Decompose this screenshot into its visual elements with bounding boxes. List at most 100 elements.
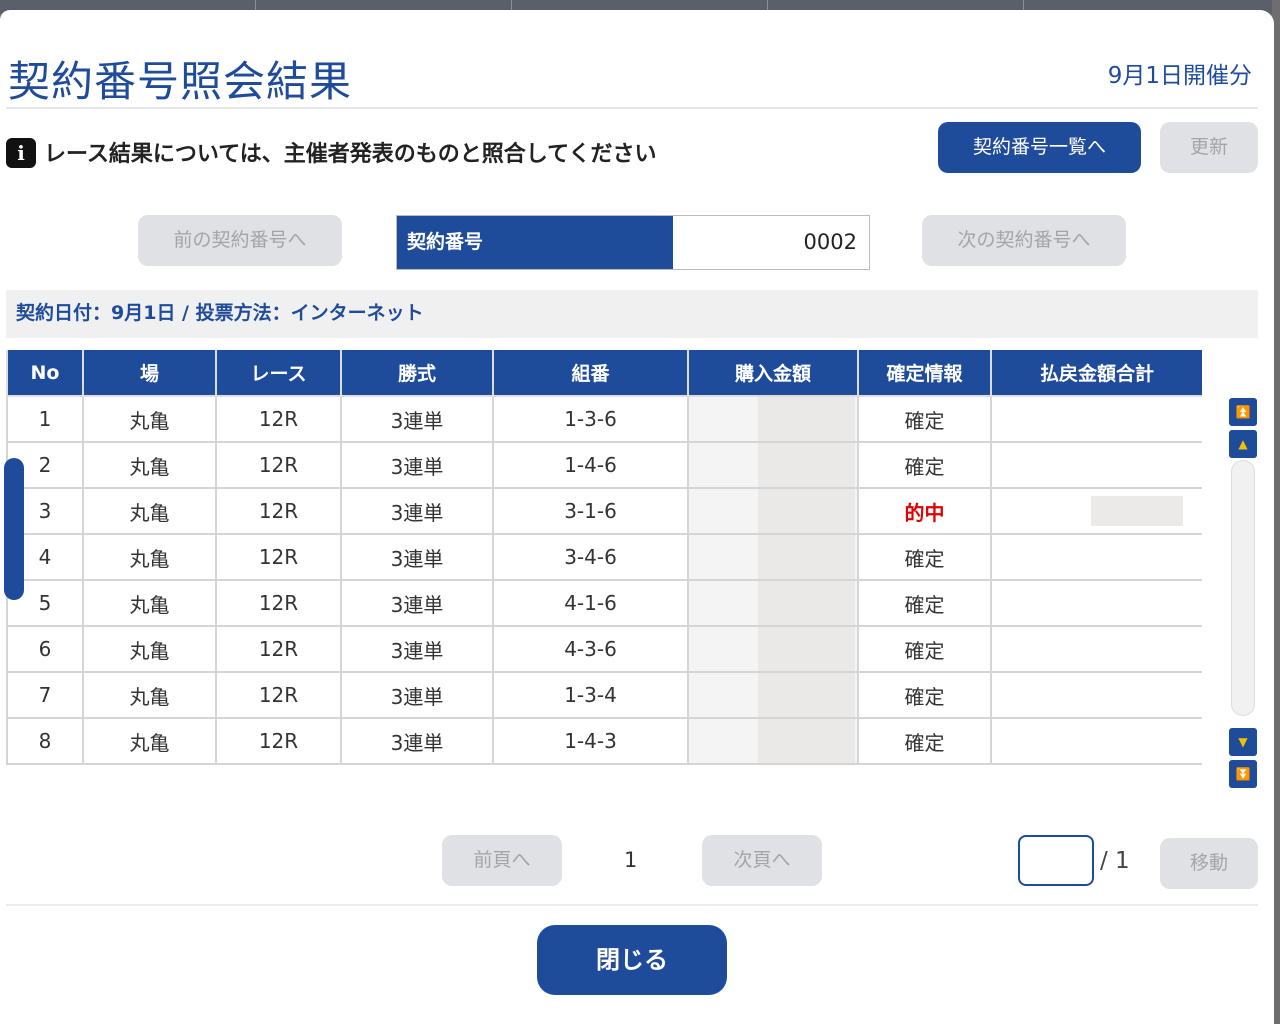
divider [6,107,1258,109]
cell-payout-total [990,487,1202,535]
cell-no: 1 [6,395,84,443]
cell-race: 12R [215,671,342,719]
cell-no: 7 [6,671,84,719]
cell-race: 12R [215,717,342,765]
contract-number-value: 0002 [803,230,857,254]
page-title: 契約番号照会結果 [8,57,353,106]
scroll-thumb[interactable] [4,458,24,600]
redacted-amount [757,535,856,579]
cell-purchase-amount [687,625,859,673]
info-icon: i [6,138,36,168]
redacted-amount [757,581,856,625]
cell-status: 確定 [857,671,992,719]
cell-bet-type: 3連単 [340,441,494,489]
table-row: 4 丸亀 12R 3連単 3-4-6 確定 [6,533,1202,581]
results-table-wrap[interactable]: No 場 レース 勝式 組番 購入金額 確定情報 払戻金額合計 1 丸亀 12R 3連… [6,350,1202,778]
cell-race: 12R [215,441,342,489]
cell-payout-total [990,579,1202,627]
result-modal: 契約番号照会結果 9月1日開催分 i レース結果については、主催者発表のものと照… [0,10,1274,1024]
table-row: 7 丸亀 12R 3連単 1-3-4 確定 [6,671,1202,719]
prev-contract-button[interactable]: 前の契約番号へ [138,215,342,266]
cell-purchase-amount [687,533,859,581]
header-venue: 場 [82,350,217,397]
table-row: 8 丸亀 12R 3連単 1-4-3 確定 [6,717,1202,765]
cell-payout-total [990,671,1202,719]
scroll-up-icon[interactable]: ▲ [1229,430,1257,458]
table-row: 3 丸亀 12R 3連単 3-1-6 的中 [6,487,1202,535]
cell-combination: 1-4-6 [492,441,689,489]
info-message: レース結果については、主催者発表のものと照合してください [44,142,657,167]
cell-no: 8 [6,717,84,765]
header-purchase-amount: 購入金額 [687,350,859,397]
cell-status: 確定 [857,717,992,765]
cell-purchase-amount [687,579,859,627]
cell-venue: 丸亀 [82,487,217,535]
table-row: 6 丸亀 12R 3連単 4-3-6 確定 [6,625,1202,673]
cell-race: 12R [215,579,342,627]
scroll-bottom-icon[interactable]: ⏬ [1229,760,1257,788]
cell-payout-total [990,441,1202,489]
cell-status: 確定 [857,395,992,443]
redacted-amount [757,489,856,533]
cell-no: 6 [6,625,84,673]
cell-venue: 丸亀 [82,533,217,581]
cell-purchase-amount [687,717,859,765]
cell-status: 確定 [857,579,992,627]
close-button[interactable]: 閉じる [537,925,727,995]
cell-race: 12R [215,625,342,673]
cell-bet-type: 3連単 [340,395,494,443]
redacted-amount [757,397,856,441]
contract-meta: 契約日付：9月1日 / 投票方法：インターネット [6,290,1258,338]
cell-race: 12R [215,395,342,443]
cell-bet-type: 3連単 [340,533,494,581]
cell-race: 12R [215,533,342,581]
cell-venue: 丸亀 [82,395,217,443]
contract-list-button[interactable]: 契約番号一覧へ [938,122,1141,173]
results-table: No 場 レース 勝式 組番 購入金額 確定情報 払戻金額合計 1 丸亀 12R 3連… [6,350,1202,765]
current-page: 1 [624,848,638,872]
table-scrollbar[interactable]: ⏫ ▲ ▼ ⏬ [1229,398,1257,788]
header-combination: 組番 [492,350,689,397]
scroll-track[interactable] [1231,460,1255,716]
redacted-amount [757,673,856,717]
cell-bet-type: 3連単 [340,579,494,627]
cell-combination: 1-3-4 [492,671,689,719]
header-no: No [6,350,84,397]
cell-venue: 丸亀 [82,579,217,627]
cell-purchase-amount [687,441,859,489]
cell-combination: 4-3-6 [492,625,689,673]
cell-purchase-amount [687,395,859,443]
cell-payout-total [990,395,1202,443]
redacted-amount [757,443,856,487]
prev-page-button[interactable]: 前頁へ [442,835,562,886]
cell-purchase-amount [687,671,859,719]
cell-race: 12R [215,487,342,535]
cell-venue: 丸亀 [82,671,217,719]
refresh-button[interactable]: 更新 [1160,122,1258,173]
next-page-button[interactable]: 次頁へ [702,835,822,886]
redacted-payout [1091,496,1183,526]
cell-combination: 3-4-6 [492,533,689,581]
cell-status: 確定 [857,533,992,581]
cell-payout-total [990,533,1202,581]
cell-combination: 4-1-6 [492,579,689,627]
event-date-label: 9月1日開催分 [1107,63,1252,89]
header-status: 確定情報 [857,350,992,397]
next-contract-button[interactable]: 次の契約番号へ [922,215,1126,266]
cell-status: 的中 [857,487,992,535]
cell-venue: 丸亀 [82,441,217,489]
page-number-input[interactable] [1018,835,1094,886]
cell-status: 確定 [857,441,992,489]
table-row: 1 丸亀 12R 3連単 1-3-6 確定 [6,395,1202,443]
scroll-top-icon[interactable]: ⏫ [1229,398,1257,426]
total-pages: / 1 [1100,848,1130,874]
cell-bet-type: 3連単 [340,625,494,673]
cell-venue: 丸亀 [82,625,217,673]
scroll-down-icon[interactable]: ▼ [1229,728,1257,756]
divider [6,904,1258,906]
header-bet-type: 勝式 [340,350,494,397]
cell-combination: 1-3-6 [492,395,689,443]
move-button[interactable]: 移動 [1160,838,1258,889]
redacted-amount [757,719,856,763]
cell-purchase-amount [687,487,859,535]
